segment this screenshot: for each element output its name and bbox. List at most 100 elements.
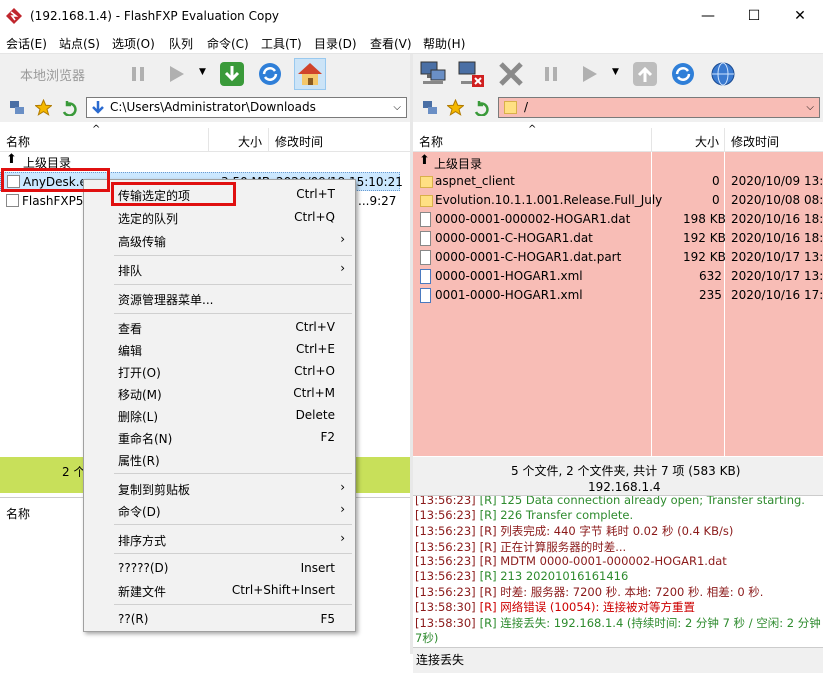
arrow-down-icon: [92, 101, 104, 114]
col-name[interactable]: 名称: [6, 133, 30, 150]
table-row[interactable]: 0000-0001-C-HOGAR1.dat 192 KB 2020/10/16…: [413, 229, 823, 248]
upload-button[interactable]: [629, 58, 661, 90]
connect-button[interactable]: [417, 58, 449, 90]
menu-item-refresh[interactable]: ??(R) F5: [84, 608, 355, 630]
file-modified: ...9:27: [358, 194, 397, 208]
menu-item-commands[interactable]: 命令(D) ›: [84, 499, 355, 521]
star-icon[interactable]: [35, 99, 52, 116]
log-time: [13:58:30]: [415, 600, 476, 615]
menu-item-edit[interactable]: 编辑 Ctrl+E: [84, 338, 355, 360]
menu-directory[interactable]: 目录(D): [314, 35, 357, 52]
exe-file-icon: [6, 194, 19, 207]
window-title: (192.168.1.4) - FlashFXP Evaluation Copy: [30, 9, 280, 23]
table-row[interactable]: 0000-0001-HOGAR1.xml 632 2020/10/17 13:3…: [413, 267, 823, 286]
remote-status-bar: 5 个文件, 2 个文件夹, 共计 7 项 (583 KB) 192.168.1…: [413, 457, 823, 495]
column-divider[interactable]: [268, 128, 269, 152]
col-size[interactable]: 大小: [695, 133, 719, 150]
menu-commands[interactable]: 命令(C): [207, 35, 249, 52]
log-time: [13:56:23]: [415, 539, 476, 554]
menu-queue[interactable]: 队列: [169, 35, 193, 52]
sort-up-icon: ^: [528, 124, 537, 135]
menu-item-view[interactable]: 查看 Ctrl+V: [84, 316, 355, 338]
disconnect-button[interactable]: [455, 58, 487, 90]
remote-transfer-dropdown-icon[interactable]: ▼: [612, 67, 619, 77]
remote-refresh-button[interactable]: [667, 58, 699, 90]
download-button[interactable]: [216, 58, 248, 90]
menu-item-open[interactable]: 打开(O) Ctrl+O: [84, 360, 355, 382]
log-line: [13:56:23] [R] MDTM 0000-0001-000002-HOGA…: [415, 554, 727, 568]
column-divider[interactable]: [208, 128, 209, 152]
menu-item-explorer-menu[interactable]: 资源管理器菜单...: [84, 287, 355, 309]
menu-help[interactable]: 帮助(H): [423, 35, 465, 52]
up-folder-icon[interactable]: [61, 100, 77, 116]
queue-col-name[interactable]: 名称: [6, 505, 30, 522]
table-row[interactable]: aspnet_client 0 2020/10/09 13:01: [413, 172, 823, 191]
remote-summary: 5 个文件, 2 个文件夹, 共计 7 项 (583 KB): [511, 464, 741, 478]
globe-button[interactable]: [707, 58, 739, 90]
pause-button[interactable]: [122, 58, 154, 90]
column-divider[interactable]: [651, 128, 652, 152]
col-size[interactable]: 大小: [238, 133, 262, 150]
menu-view[interactable]: 查看(V): [370, 35, 412, 52]
log-line: [13:56:23] [R] 125 Data connection alread…: [415, 496, 805, 507]
connection-status-text: 连接丢失: [416, 653, 465, 667]
remote-path-text: /: [524, 100, 529, 114]
col-modified[interactable]: 修改时间: [275, 133, 323, 150]
col-modified[interactable]: 修改时间: [731, 133, 779, 150]
menu-item-queue[interactable]: 排队 ›: [84, 258, 355, 280]
menu-item-sort-by[interactable]: 排序方式 ›: [84, 528, 355, 550]
menu-item-properties[interactable]: 属性(R): [84, 448, 355, 470]
menu-item-copy-to-clipboard[interactable]: 复制到剪贴板 ›: [84, 477, 355, 499]
home-button[interactable]: [294, 58, 326, 90]
abort-x-icon: [499, 62, 523, 86]
transfer-button[interactable]: [160, 58, 192, 90]
abort-button[interactable]: [495, 58, 527, 90]
column-divider[interactable]: [724, 128, 725, 152]
transfer-dropdown-icon[interactable]: ▼: [199, 67, 206, 77]
parent-dir-row[interactable]: ⬆ 上级目录: [413, 153, 823, 172]
up-folder-icon[interactable]: [473, 100, 489, 116]
star-icon[interactable]: [447, 99, 464, 116]
menu-item-label: 高级传输: [118, 235, 167, 249]
remote-path-input[interactable]: / ⌵: [498, 97, 820, 118]
log-line: [13:56:23] [R] 时差: 服务器: 7200 秒. 本地: 7200 …: [415, 584, 763, 600]
local-browser-label[interactable]: 本地浏览器: [20, 65, 85, 84]
table-row[interactable]: 0000-0001-000002-HOGAR1.dat 198 KB 2020/…: [413, 210, 823, 229]
menu-sites[interactable]: 站点(S): [59, 35, 100, 52]
file-modified: 2020/10/17 13:37: [731, 250, 823, 264]
menu-options[interactable]: 选项(O): [112, 35, 155, 52]
menu-item-insert[interactable]: ?????(D) Insert: [84, 557, 355, 579]
menu-item-selected-queue[interactable]: 选定的队列 Ctrl+Q: [84, 206, 355, 228]
chevron-down-icon[interactable]: ⌵: [393, 98, 401, 117]
minimize-button[interactable]: —: [685, 0, 731, 32]
menu-separator: [114, 284, 352, 285]
menu-item-new-file[interactable]: 新建文件 Ctrl+Shift+Insert: [84, 579, 355, 601]
table-row[interactable]: Evolution.10.1.1.001.Release.Full_July 0…: [413, 191, 823, 210]
globe-icon: [711, 62, 735, 86]
menu-session[interactable]: 会话(E): [6, 35, 47, 52]
upload-icon: [633, 62, 657, 86]
flashfxp-logo-icon: [6, 8, 22, 24]
menu-item-rename[interactable]: 重命名(N) F2: [84, 426, 355, 448]
highlight-box-menu-item: [111, 182, 236, 206]
menu-item-move[interactable]: 移动(M) Ctrl+M: [84, 382, 355, 404]
table-row[interactable]: 0000-0001-C-HOGAR1.dat.part 192 KB 2020/…: [413, 248, 823, 267]
table-row[interactable]: 0001-0000-HOGAR1.xml 235 2020/10/16 17:1…: [413, 286, 823, 305]
computers-small-icon[interactable]: [422, 100, 438, 116]
menu-item-delete[interactable]: 删除(L) Delete: [84, 404, 355, 426]
log-line: [13:56:23] [R] 正在计算服务器的时差...: [415, 539, 626, 555]
remote-transfer-button[interactable]: [573, 58, 605, 90]
menu-item-label: 资源管理器菜单...: [118, 293, 214, 307]
chevron-down-icon[interactable]: ⌵: [806, 98, 814, 117]
remote-host: 192.168.1.4: [588, 480, 661, 494]
local-path-input[interactable]: C:\Users\Administrator\Downloads ⌵: [86, 97, 407, 118]
menu-item-advanced-transfer[interactable]: 高级传输 ›: [84, 229, 355, 251]
remote-pause-button[interactable]: [535, 58, 567, 90]
computers-small-icon[interactable]: [9, 100, 25, 116]
maximize-button[interactable]: ☐: [731, 0, 777, 32]
menu-tools[interactable]: 工具(T): [261, 35, 302, 52]
local-path-bar: C:\Users\Administrator\Downloads ⌵: [0, 94, 410, 122]
col-name[interactable]: 名称: [419, 133, 443, 150]
refresh-button[interactable]: [254, 58, 286, 90]
close-button[interactable]: ✕: [777, 0, 823, 32]
